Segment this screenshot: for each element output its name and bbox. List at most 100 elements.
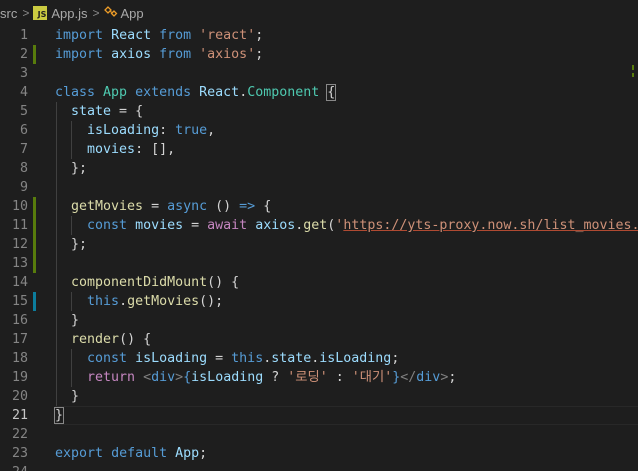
code-line[interactable]: 24 xyxy=(0,463,638,471)
code-editor[interactable]: 1 import React from 'react'; 2 import axios… xyxy=(0,26,638,471)
code-line[interactable]: 2 import axios from 'axios'; xyxy=(0,45,638,64)
code-token: { xyxy=(183,370,192,385)
code-token: div xyxy=(151,370,176,385)
line-number: 8 xyxy=(19,161,28,176)
code-line[interactable]: 15 this.getMovies(); xyxy=(0,292,638,311)
code-token: movies xyxy=(135,218,184,233)
code-content: class App extends React.Component { xyxy=(55,83,337,102)
code-content: } xyxy=(53,406,65,425)
code-line[interactable]: 3 xyxy=(0,64,638,83)
code-token: } xyxy=(55,389,80,404)
code-token: { xyxy=(255,199,272,214)
code-line[interactable]: 10 getMovies = async () => { xyxy=(0,197,638,216)
code-line[interactable]: 13 xyxy=(0,254,638,273)
breadcrumb-symbol[interactable]: App xyxy=(103,5,144,21)
chevron-right-icon: > xyxy=(92,6,100,20)
code-token: from xyxy=(159,28,192,43)
code-token: . xyxy=(239,85,248,100)
code-token: getMovies xyxy=(71,199,144,214)
code-token: state xyxy=(71,104,112,119)
line-number: 6 xyxy=(19,123,28,138)
chevron-right-icon: > xyxy=(22,6,30,20)
overview-ruler-change-mark xyxy=(632,73,634,77)
code-token: { xyxy=(326,84,337,101)
code-token: : xyxy=(159,123,176,138)
code-token: get xyxy=(303,218,328,233)
code-token: } xyxy=(55,313,80,328)
code-line[interactable]: 12 }; xyxy=(0,235,638,254)
code-line[interactable]: 5 state = { xyxy=(0,102,638,121)
git-added-marker[interactable] xyxy=(33,197,36,216)
code-line[interactable]: 20 } xyxy=(0,387,638,406)
line-number: 4 xyxy=(19,85,28,100)
code-token: . xyxy=(119,294,128,309)
code-token: 'axios' xyxy=(199,47,256,62)
git-added-marker[interactable] xyxy=(33,45,36,64)
indent-guide xyxy=(71,349,72,387)
code-line[interactable]: 22 xyxy=(0,425,638,444)
code-content: movies: [], xyxy=(55,140,175,159)
line-number: 13 xyxy=(11,256,28,271)
class-symbol-icon-svg xyxy=(103,5,117,17)
git-added-marker[interactable] xyxy=(33,235,36,254)
code-token: https://yts-proxy.now.sh/list_movies.js xyxy=(343,218,638,233)
code-line[interactable]: 4 class App extends React.Component { xyxy=(0,83,638,102)
code-content: render() { xyxy=(55,330,151,349)
breadcrumb-folder[interactable]: src xyxy=(0,6,17,21)
code-line[interactable]: 9 xyxy=(0,178,638,197)
line-number: 17 xyxy=(11,332,28,347)
code-token: this xyxy=(87,294,120,309)
code-token: axios xyxy=(255,218,296,233)
code-token: }; xyxy=(55,237,88,252)
code-line[interactable]: 16 } xyxy=(0,311,638,330)
code-token: isLoading xyxy=(135,351,208,366)
line-number: 19 xyxy=(11,370,28,385)
breadcrumb-file[interactable]: JS App.js xyxy=(33,6,88,21)
code-line[interactable]: 18 const isLoading = this.state.isLoadin… xyxy=(0,349,638,368)
git-added-marker[interactable] xyxy=(33,216,36,235)
overview-ruler-change-mark xyxy=(632,65,634,70)
code-token: return xyxy=(87,370,136,385)
code-line[interactable]: 14 componentDidMount() { xyxy=(0,273,638,292)
code-token: async xyxy=(167,199,208,214)
code-line[interactable]: 7 movies: [], xyxy=(0,140,638,159)
code-line[interactable]: 17 render() { xyxy=(0,330,638,349)
code-token: true xyxy=(175,123,208,138)
line-number: 9 xyxy=(19,180,28,195)
git-added-marker[interactable] xyxy=(33,254,36,273)
code-token: ; xyxy=(448,370,457,385)
code-token: class xyxy=(55,85,96,100)
line-number: 7 xyxy=(19,142,28,157)
indent-guide xyxy=(56,102,57,406)
code-token: () xyxy=(207,199,240,214)
code-token: App xyxy=(175,446,200,461)
code-token: ; xyxy=(255,47,264,62)
javascript-file-icon: JS xyxy=(33,6,48,20)
code-token: </ xyxy=(400,370,417,385)
code-token: } xyxy=(53,407,65,424)
code-token: movies xyxy=(87,142,136,157)
code-token: import xyxy=(55,28,104,43)
code-token: '대기' xyxy=(351,370,393,385)
code-line[interactable]: 19 return <div>{isLoading ? '로딩' : '대기'}… xyxy=(0,368,638,387)
code-token: = xyxy=(183,218,208,233)
code-line[interactable]: 21} xyxy=(0,406,638,425)
code-content: isLoading: true, xyxy=(55,121,215,140)
code-token: isLoading xyxy=(87,123,160,138)
code-line[interactable]: 23 export default App; xyxy=(0,444,638,463)
code-content: this.getMovies(); xyxy=(55,292,223,311)
code-line[interactable]: 11 const movies = await axios.get('https… xyxy=(0,216,638,235)
code-line[interactable]: 6 isLoading: true, xyxy=(0,121,638,140)
code-line[interactable]: 1 import React from 'react'; xyxy=(0,26,638,45)
line-number: 2 xyxy=(19,47,28,62)
code-token: ; xyxy=(199,446,208,461)
code-token: axios xyxy=(111,47,152,62)
line-number: 5 xyxy=(19,104,28,119)
code-line[interactable]: 8 }; xyxy=(0,159,638,178)
git-modified-marker[interactable] xyxy=(33,292,36,311)
